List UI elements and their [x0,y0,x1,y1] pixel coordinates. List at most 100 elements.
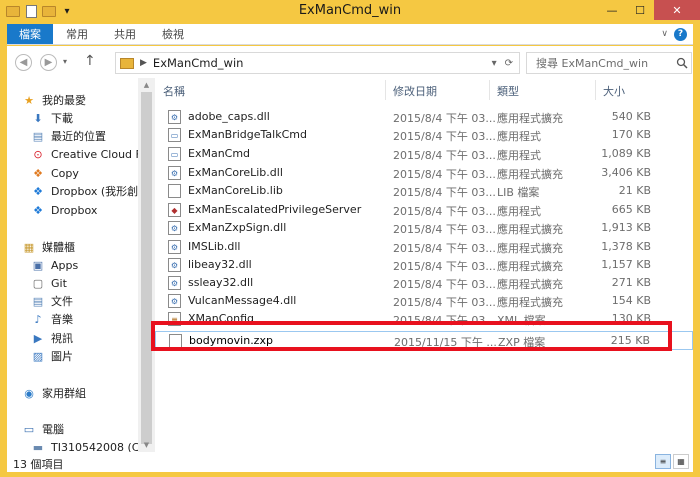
address-actions: ▾ ⟳ [492,58,519,69]
file-name: IMSLib.dll [188,240,241,253]
up-button[interactable]: ↑ [84,53,96,69]
file-size: 170 KB [611,128,651,141]
file-date: 2015/8/4 下午 03... [393,186,496,199]
sidebar-item-favorites[interactable]: ★ 我的最愛 [22,91,86,109]
exe-file-icon: ◆ [168,203,181,217]
file-name: adobe_caps.dll [188,110,270,123]
pictures-icon: ▨ [32,349,44,363]
sidebar-item-documents[interactable]: ▤ 文件 [31,292,73,310]
maximize-button[interactable]: ☐ [626,0,654,20]
back-button[interactable]: ◀ [15,54,32,71]
column-divider[interactable] [489,80,490,100]
help-icon[interactable]: ? [674,27,687,41]
video-icon: ▶ [33,331,43,345]
sidebar-item-label: 電腦 [42,423,64,436]
sidebar-item-label: 媒體櫃 [42,241,75,254]
file-name: ExManZxpSign.dll [188,221,287,234]
sidebar-item-videos[interactable]: ▶ 視訊 [31,329,73,347]
file-name: ExManEscalatedPrivilegeServer [188,203,362,216]
search-icon[interactable] [673,57,691,69]
file-type: 應用程式 [497,205,541,218]
table-row[interactable]: ⚙ ExManCoreLib.dll 2015/8/4 下午 03... 應用程… [155,164,693,182]
ribbon-tabs: 檔案 常用 共用 檢視 ∨ ? [7,24,693,45]
lib-file-icon [168,184,181,198]
column-header-name[interactable]: 名稱 [163,82,185,100]
column-divider[interactable] [385,80,386,100]
address-bar[interactable]: ▶ ExManCmd_win ▾ ⟳ [115,52,520,74]
scrollbar-thumb[interactable] [141,92,152,444]
file-date: 2015/8/4 下午 03... [393,278,496,291]
library-icon: ▦ [23,240,35,254]
file-type: 應用程式擴充 [497,223,563,236]
breadcrumb[interactable]: ExManCmd_win [153,56,244,70]
tab-view[interactable]: 檢視 [149,24,197,44]
table-row[interactable]: ⚙ VulcanMessage4.dll 2015/8/4 下午 03... 應… [155,292,693,310]
table-row[interactable]: ⚙ adobe_caps.dll 2015/8/4 下午 03... 應用程式擴… [155,108,693,126]
content-area: ★ 我的最愛 ⬇ 下載 ▤ 最近的位置 ⊙ Creative Cloud F ❖… [7,78,693,452]
sidebar-item-copy[interactable]: ❖ Copy [31,164,79,182]
column-divider[interactable] [595,80,596,100]
breadcrumb-separator[interactable]: ▶ [140,58,147,68]
sidebar-item-computer[interactable]: ▭ 電腦 [22,420,64,438]
column-header-size[interactable]: 大小 [603,82,625,100]
tab-file[interactable]: 檔案 [7,24,53,44]
sidebar-item-drive-c[interactable]: ▬ TI310542008 (C: [31,438,138,453]
table-row[interactable]: ◆ ExManEscalatedPrivilegeServer 2015/8/4… [155,201,693,219]
annotation-highlight-box [151,321,672,351]
window-controls: — ☐ ✕ [598,0,700,20]
refresh-icon[interactable]: ⟳ [505,58,513,69]
file-date: 2015/8/4 下午 03... [393,149,496,162]
sidebar-item-label: 下載 [51,112,73,125]
homegroup-icon: ◉ [24,386,34,400]
file-size: 1,378 KB [601,240,651,253]
table-row[interactable]: ▭ ExManCmd 2015/8/4 下午 03... 應用程式 1,089 … [155,145,693,163]
file-date: 2015/8/4 下午 03... [393,260,496,273]
explorer-window: ▾ ExManCmd_win — ☐ ✕ 檔案 常用 共用 檢視 ∨ ? ◀ ▶… [0,0,700,477]
file-size: 3,406 KB [601,166,651,179]
sidebar-item-apps[interactable]: ▣ Apps [31,256,78,274]
sidebar-item-pictures[interactable]: ▨ 圖片 [31,347,73,365]
details-view-icon[interactable]: ≡ [655,454,671,469]
sidebar-item-creative-cloud[interactable]: ⊙ Creative Cloud F [31,145,138,163]
column-header-type[interactable]: 類型 [497,82,519,100]
minimize-button[interactable]: — [598,0,626,20]
large-icons-view-icon[interactable]: ▦ [673,454,689,469]
scroll-up-icon[interactable]: ▲ [138,78,155,92]
address-dropdown-icon[interactable]: ▾ [492,58,497,69]
file-list: 名稱 修改日期 類型 大小 ⚙ adobe_caps.dll 2015/8/4 … [155,78,693,452]
sidebar-item-recent[interactable]: ▤ 最近的位置 [31,127,106,145]
column-header-date[interactable]: 修改日期 [393,82,437,100]
table-row[interactable]: ⚙ ssleay32.dll 2015/8/4 下午 03... 應用程式擴充 … [155,274,693,292]
recent-dropdown-icon[interactable]: ▾ [63,57,67,66]
copy-icon: ❖ [33,166,43,180]
sidebar-item-libraries[interactable]: ▦ 媒體櫃 [22,238,75,256]
table-row[interactable]: ⚙ IMSLib.dll 2015/8/4 下午 03... 應用程式擴充 1,… [155,238,693,256]
sidebar-item-git[interactable]: ▢ Git [31,274,67,292]
drive-icon: ▬ [32,440,44,453]
file-name: ExManCmd [188,147,251,160]
file-name: VulcanMessage4.dll [188,294,297,307]
table-row[interactable]: ▭ ExManBridgeTalkCmd 2015/8/4 下午 03... 應… [155,126,693,144]
sidebar-item-homegroup[interactable]: ◉ 家用群組 [22,384,86,402]
sidebar-item-dropbox-team[interactable]: ❖ Dropbox (我形創 [31,182,138,200]
table-row[interactable]: ⚙ libeay32.dll 2015/8/4 下午 03... 應用程式擴充 … [155,256,693,274]
dll-file-icon: ⚙ [168,166,181,180]
computer-icon: ▭ [23,422,35,436]
forward-button[interactable]: ▶ [40,54,57,71]
sidebar-item-downloads[interactable]: ⬇ 下載 [31,109,73,127]
apps-icon: ▣ [32,258,44,272]
scroll-down-icon[interactable]: ▼ [138,438,155,452]
dll-file-icon: ⚙ [168,221,181,235]
sidebar-item-music[interactable]: ♪ 音樂 [31,310,73,328]
tab-share[interactable]: 共用 [101,24,149,44]
sidebar-scrollbar[interactable]: ▲ ▼ [138,78,155,452]
close-button[interactable]: ✕ [654,0,700,20]
sidebar-item-dropbox[interactable]: ❖ Dropbox [31,201,97,219]
expand-ribbon-icon[interactable]: ∨ [661,29,668,39]
table-row[interactable]: ExManCoreLib.lib 2015/8/4 下午 03... LIB 檔… [155,182,693,200]
item-count: 13 個項目 [13,458,64,471]
tab-home[interactable]: 常用 [53,24,101,44]
table-row[interactable]: ⚙ ExManZxpSign.dll 2015/8/4 下午 03... 應用程… [155,219,693,237]
search-input[interactable]: 搜尋 ExManCmd_win [526,52,692,74]
music-icon: ♪ [34,312,42,326]
